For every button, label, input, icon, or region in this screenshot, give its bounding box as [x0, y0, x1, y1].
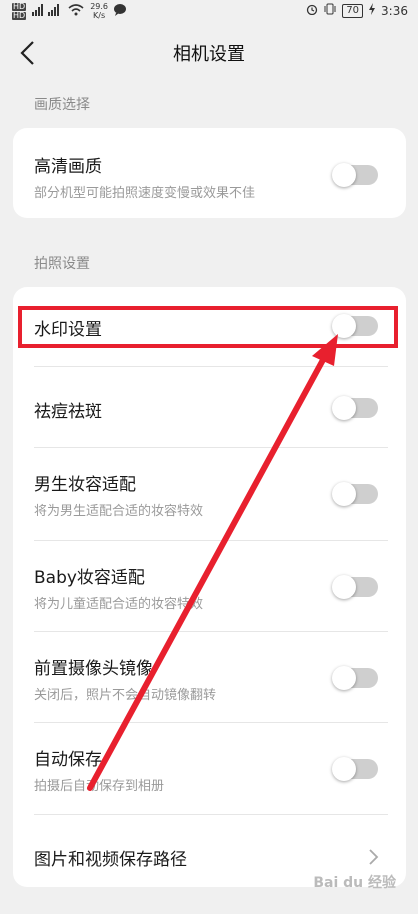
setting-title: 高清画质 [34, 157, 102, 177]
wifi-icon [68, 3, 84, 19]
setting-title: 图片和视频保存路径 [34, 850, 187, 870]
vibrate-icon [324, 3, 336, 18]
setting-title: Baby妆容适配 [34, 568, 145, 588]
toggle-knob [332, 163, 356, 187]
toggle-baby-makeup[interactable] [332, 575, 378, 599]
toggle-knob [332, 757, 356, 781]
setting-row-hd-quality[interactable]: 高清画质 部分机型可能拍照速度变慢或效果不佳 [13, 128, 406, 218]
status-left: HD HD 29.6 K/s [12, 2, 126, 20]
toggle-watermark[interactable] [332, 314, 378, 338]
setting-title: 自动保存 [34, 750, 102, 770]
toggle-knob [332, 396, 356, 420]
hd-badge-2: HD [12, 10, 27, 20]
setting-row-auto-save[interactable]: 自动保存 拍摄后自动保存到相册 [13, 723, 406, 813]
setting-title: 前置摄像头镜像 [34, 659, 153, 679]
setting-subtitle: 将为男生适配合适的妆容特效 [34, 504, 204, 519]
setting-row-front-mirror[interactable]: 前置摄像头镜像 关闭后，照片不会自动镜像翻转 [13, 632, 406, 722]
status-bar: HD HD 29.6 K/s 70 3:36 [0, 0, 418, 24]
setting-subtitle: 部分机型可能拍照速度变慢或效果不佳 [34, 186, 256, 201]
setting-title: 男生妆容适配 [34, 475, 136, 495]
charging-icon [369, 3, 376, 18]
toggle-knob [332, 575, 356, 599]
setting-row-male-makeup[interactable]: 男生妆容适配 将为男生适配合适的妆容特效 [13, 448, 406, 540]
alarm-icon [306, 3, 318, 18]
watermark-logo: Bai du 经验 [313, 875, 396, 891]
signal-icon [32, 3, 62, 19]
battery-level: 70 [342, 3, 364, 18]
toggle-knob [332, 314, 356, 338]
toggle-knob [332, 482, 356, 506]
toggle-male-makeup[interactable] [332, 482, 378, 506]
card-photo: 水印设置 祛痘祛斑 男生妆容适配 将为男生适配合适的妆容特效 Baby妆容适配 … [13, 287, 406, 887]
status-right: 70 3:36 [306, 3, 408, 18]
toggle-hd-quality[interactable] [332, 163, 378, 187]
setting-row-watermark[interactable]: 水印设置 [13, 287, 406, 366]
setting-title: 祛痘祛斑 [34, 402, 102, 422]
speed-value: 29.6 [90, 2, 108, 11]
network-speed: 29.6 K/s [90, 2, 108, 20]
chevron-right-icon [369, 849, 379, 865]
status-time: 3:36 [381, 3, 408, 18]
section-label-quality: 画质选择 [34, 97, 90, 113]
speed-unit: K/s [93, 11, 106, 20]
page-title: 相机设置 [173, 44, 245, 65]
app-header: 相机设置 [0, 30, 418, 76]
setting-row-acne[interactable]: 祛痘祛斑 [13, 367, 406, 446]
setting-row-baby-makeup[interactable]: Baby妆容适配 将为儿童适配合适的妆容特效 [13, 541, 406, 631]
setting-title: 水印设置 [34, 320, 102, 340]
setting-subtitle: 拍摄后自动保存到相册 [34, 779, 165, 794]
section-label-photo: 拍照设置 [34, 256, 90, 272]
setting-subtitle: 关闭后，照片不会自动镜像翻转 [34, 688, 217, 703]
toggle-acne[interactable] [332, 396, 378, 420]
toggle-front-mirror[interactable] [332, 666, 378, 690]
toggle-knob [332, 666, 356, 690]
setting-subtitle: 将为儿童适配合适的妆容特效 [34, 597, 204, 612]
toggle-auto-save[interactable] [332, 757, 378, 781]
hd-badge-1: HD [12, 1, 27, 11]
card-quality: 高清画质 部分机型可能拍照速度变慢或效果不佳 [13, 128, 406, 218]
message-icon [114, 3, 126, 19]
